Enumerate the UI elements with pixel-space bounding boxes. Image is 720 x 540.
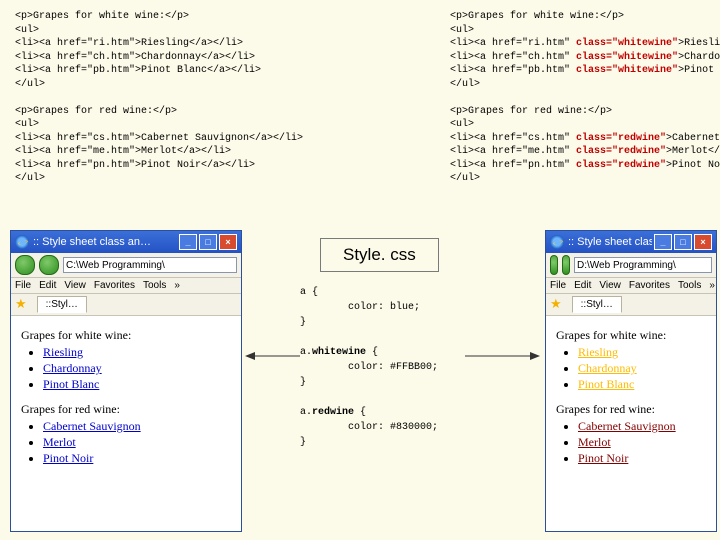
browser-window-right: :: Style sheet class an… _ □ × File Edit V… [545, 230, 717, 532]
code-block-left: <p>Grapes for white wine:</p> <ul> <li><… [15, 10, 345, 186]
tab-bar: ★ ::Styl… [11, 294, 241, 316]
white-wine-list: Riesling Chardonnay Pinot Blanc [21, 345, 231, 392]
minimize-button[interactable]: _ [654, 234, 672, 250]
list-item: Chardonnay [578, 361, 706, 376]
favorites-icon[interactable]: ★ [15, 296, 27, 313]
menu-file[interactable]: File [550, 280, 566, 291]
close-button[interactable]: × [694, 234, 712, 250]
close-button[interactable]: × [219, 234, 237, 250]
minimize-button[interactable]: _ [179, 234, 197, 250]
page-content-right: Grapes for white wine: Riesling Chardonna… [546, 316, 716, 484]
browser-tab[interactable]: ::Styl… [572, 296, 622, 313]
css-code-block: a { color: blue; } a.whitewine { color: … [300, 285, 438, 450]
menu-tools[interactable]: Tools [678, 280, 701, 291]
wine-link[interactable]: Riesling [578, 345, 618, 359]
arrow-left-icon [245, 350, 300, 362]
window-title: :: Style sheet class an… [33, 236, 177, 248]
forward-button[interactable] [562, 255, 570, 275]
heading-red: Grapes for red wine: [21, 402, 231, 417]
wine-link[interactable]: Chardonnay [43, 361, 102, 375]
stylesheet-filename-box: Style. css [320, 238, 439, 272]
wine-link[interactable]: Pinot Noir [43, 451, 93, 465]
menu-edit[interactable]: Edit [574, 280, 591, 291]
menu-view[interactable]: View [599, 280, 621, 291]
list-item: Riesling [578, 345, 706, 360]
wine-link[interactable]: Pinot Noir [578, 451, 628, 465]
red-wine-list: Cabernet Sauvignon Merlot Pinot Noir [21, 419, 231, 466]
tab-bar: ★ ::Styl… [546, 294, 716, 316]
arrow-right-icon [465, 350, 540, 362]
menu-view[interactable]: View [64, 280, 86, 291]
wine-link[interactable]: Pinot Blanc [578, 377, 634, 391]
list-item: Cabernet Sauvignon [43, 419, 231, 434]
address-bar [546, 253, 716, 278]
menu-bar: File Edit View Favorites Tools » [11, 278, 241, 294]
menu-bar: File Edit View Favorites Tools » [546, 278, 716, 294]
code-block-right: <p>Grapes for white wine:</p> <ul> <li><… [450, 10, 710, 186]
address-input[interactable] [574, 257, 712, 273]
ie-icon [15, 235, 29, 249]
white-wine-list: Riesling Chardonnay Pinot Blanc [556, 345, 706, 392]
titlebar: :: Style sheet class an… _ □ × [546, 231, 716, 253]
list-item: Merlot [43, 435, 231, 450]
wine-link[interactable]: Chardonnay [578, 361, 637, 375]
titlebar: :: Style sheet class an… _ □ × [11, 231, 241, 253]
favorites-icon[interactable]: ★ [550, 296, 562, 313]
list-item: Pinot Blanc [43, 377, 231, 392]
list-item: Merlot [578, 435, 706, 450]
forward-button[interactable] [39, 255, 59, 275]
ie-icon [550, 235, 564, 249]
address-bar [11, 253, 241, 278]
menu-file[interactable]: File [15, 280, 31, 291]
menu-more[interactable]: » [174, 280, 180, 291]
maximize-button[interactable]: □ [199, 234, 217, 250]
list-item: Pinot Noir [43, 451, 231, 466]
heading-white: Grapes for white wine: [556, 328, 706, 343]
wine-link[interactable]: Merlot [43, 435, 76, 449]
menu-favorites[interactable]: Favorites [94, 280, 135, 291]
menu-edit[interactable]: Edit [39, 280, 56, 291]
red-wine-list: Cabernet Sauvignon Merlot Pinot Noir [556, 419, 706, 466]
menu-more[interactable]: » [709, 280, 715, 291]
wine-link[interactable]: Cabernet Sauvignon [578, 419, 676, 433]
maximize-button[interactable]: □ [674, 234, 692, 250]
list-item: Cabernet Sauvignon [578, 419, 706, 434]
wine-link[interactable]: Cabernet Sauvignon [43, 419, 141, 433]
heading-white: Grapes for white wine: [21, 328, 231, 343]
page-content-left: Grapes for white wine: Riesling Chardonna… [11, 316, 241, 484]
address-input[interactable] [63, 257, 237, 273]
back-button[interactable] [550, 255, 558, 275]
list-item: Riesling [43, 345, 231, 360]
menu-tools[interactable]: Tools [143, 280, 166, 291]
menu-favorites[interactable]: Favorites [629, 280, 670, 291]
browser-window-left: :: Style sheet class an… _ □ × File Edit V… [10, 230, 242, 532]
wine-link[interactable]: Riesling [43, 345, 83, 359]
list-item: Pinot Noir [578, 451, 706, 466]
list-item: Chardonnay [43, 361, 231, 376]
window-title: :: Style sheet class an… [568, 236, 652, 248]
heading-red: Grapes for red wine: [556, 402, 706, 417]
back-button[interactable] [15, 255, 35, 275]
wine-link[interactable]: Merlot [578, 435, 611, 449]
wine-link[interactable]: Pinot Blanc [43, 377, 99, 391]
list-item: Pinot Blanc [578, 377, 706, 392]
browser-tab[interactable]: ::Styl… [37, 296, 87, 313]
